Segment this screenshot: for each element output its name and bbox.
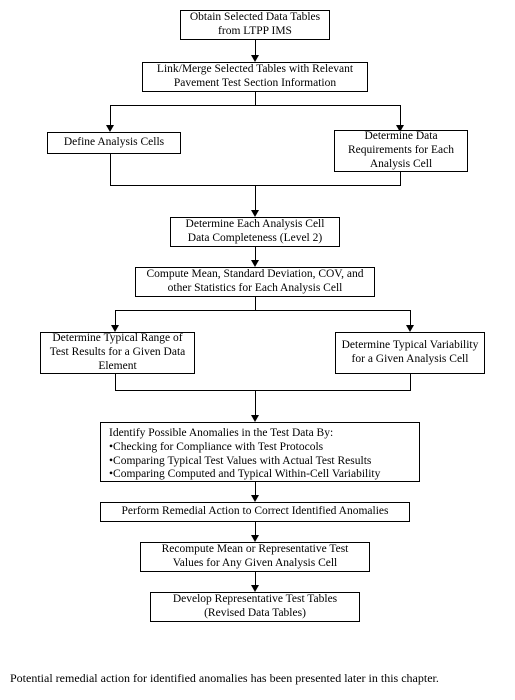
arrowhead-icon [251, 260, 259, 267]
arrowhead-icon [251, 210, 259, 217]
text-item: •Checking for Compliance with Test Proto… [109, 441, 323, 455]
box-obtain-tables: Obtain Selected Data Tables from LTPP IM… [180, 10, 330, 40]
text-item: •Comparing Computed and Typical Within-C… [109, 468, 380, 482]
arrowhead-icon [111, 325, 119, 332]
arrowhead-icon [251, 415, 259, 422]
box-determine-reqs: Determine Data Requirements for Each Ana… [334, 130, 468, 172]
text: Link/Merge Selected Tables with Relevant… [147, 63, 363, 91]
box-develop-tables: Develop Representative Test Tables (Revi… [150, 592, 360, 622]
text: Determine Each Analysis Cell Data Comple… [175, 218, 335, 246]
text: Determine Data Requirements for Each Ana… [339, 130, 463, 171]
arrowhead-icon [251, 495, 259, 502]
text: Define Analysis Cells [64, 136, 164, 150]
connector [410, 374, 411, 390]
flowchart: Obtain Selected Data Tables from LTPP IM… [10, 10, 505, 670]
arrowhead-icon [251, 585, 259, 592]
box-completeness: Determine Each Analysis Cell Data Comple… [170, 217, 340, 247]
text: Obtain Selected Data Tables from LTPP IM… [185, 11, 325, 39]
text-title: Identify Possible Anomalies in the Test … [109, 427, 333, 441]
connector [115, 390, 411, 391]
arrowhead-icon [251, 55, 259, 62]
box-compute-stats: Compute Mean, Standard Deviation, COV, a… [135, 267, 375, 297]
arrowhead-icon [406, 325, 414, 332]
connector [255, 390, 256, 418]
text: Recompute Mean or Representative Test Va… [145, 543, 365, 571]
connector [255, 92, 256, 105]
box-typical-variability: Determine Typical Variability for a Give… [335, 332, 485, 374]
text: Develop Representative Test Tables (Revi… [155, 593, 355, 621]
connector [400, 172, 401, 185]
box-typical-range: Determine Typical Range of Test Results … [40, 332, 195, 374]
box-define-cells: Define Analysis Cells [47, 132, 181, 154]
connector [110, 105, 400, 106]
connector [255, 185, 256, 213]
connector [255, 297, 256, 310]
text-item: •Comparing Typical Test Values with Actu… [109, 455, 371, 469]
box-recompute: Recompute Mean or Representative Test Va… [140, 542, 370, 572]
text: Determine Typical Variability for a Give… [340, 339, 480, 367]
footer-text: Potential remedial action for identified… [10, 671, 505, 686]
connector [110, 154, 111, 185]
text: Compute Mean, Standard Deviation, COV, a… [140, 268, 370, 296]
box-identify-anomalies: Identify Possible Anomalies in the Test … [100, 422, 420, 482]
box-link-merge: Link/Merge Selected Tables with Relevant… [142, 62, 368, 92]
connector [115, 374, 116, 390]
connector [115, 310, 410, 311]
text: Perform Remedial Action to Correct Ident… [122, 505, 389, 519]
box-remedial-action: Perform Remedial Action to Correct Ident… [100, 502, 410, 522]
arrowhead-icon [251, 535, 259, 542]
text: Determine Typical Range of Test Results … [45, 332, 190, 373]
arrowhead-icon [106, 125, 114, 132]
